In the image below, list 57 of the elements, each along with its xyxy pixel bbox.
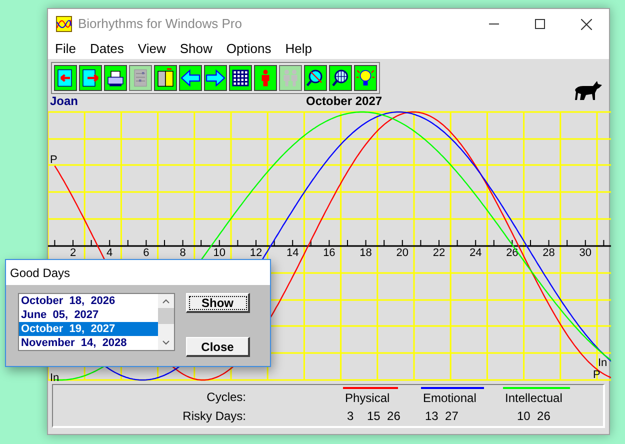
app-logo-icon — [56, 16, 72, 32]
window-title: Biorhythms for Windows Pro — [78, 15, 242, 34]
dialog-title: Good Days — [10, 264, 70, 282]
date-item[interactable]: June 05, 2027 — [19, 308, 158, 322]
date-item[interactable]: November 14, 2028 — [19, 336, 158, 350]
toolbar-button[interactable] — [104, 65, 127, 91]
month-title: October 2027 — [306, 93, 382, 110]
day-label: 10 — [213, 247, 226, 259]
day-label: 12 — [250, 247, 262, 259]
cycle-name: Emotional — [421, 386, 484, 406]
toolbar-button[interactable] — [254, 65, 277, 91]
day-label: 20 — [396, 247, 409, 259]
risky-days-label: Risky Days: — [182, 408, 247, 426]
menu-item[interactable]: Help — [280, 39, 317, 59]
cycle-name: Physical — [343, 386, 398, 406]
dialog-button[interactable]: Close — [186, 337, 250, 357]
close-icon[interactable] — [581, 18, 592, 30]
maximize-icon[interactable] — [535, 19, 545, 29]
cycle-name: Intellectual — [503, 386, 570, 406]
toolbar-button[interactable] — [304, 65, 327, 91]
menu-item[interactable]: Dates — [84, 39, 129, 59]
risky-days: 10 26 — [503, 407, 583, 426]
toolbar-button[interactable] — [354, 65, 377, 91]
day-label: 22 — [432, 247, 446, 259]
day-label: 4 — [106, 247, 113, 259]
toolbar-button[interactable] — [154, 65, 177, 91]
menu-item[interactable]: Options — [221, 39, 276, 59]
toolbar-button[interactable] — [329, 65, 352, 91]
day-label: 8 — [180, 247, 186, 259]
day-label: 14 — [286, 247, 299, 259]
day-label: 28 — [542, 247, 555, 259]
day-label: 16 — [323, 247, 336, 259]
day-label: 6 — [143, 247, 150, 259]
day-label: 30 — [579, 247, 592, 259]
toolbar-button[interactable] — [79, 65, 102, 91]
dialog-button[interactable]: Show — [186, 293, 250, 313]
toolbar-button[interactable] — [204, 65, 227, 91]
day-label: 26 — [506, 247, 518, 259]
cycles-label: Cycles: — [206, 388, 247, 406]
scroll-thumb[interactable] — [158, 308, 174, 324]
toolbar-button[interactable] — [229, 65, 252, 91]
risky-days: 3 15 26 — [343, 407, 421, 426]
toolbar-button[interactable] — [179, 65, 202, 91]
person-name: Joan — [50, 93, 78, 110]
day-label: 18 — [360, 247, 372, 259]
scrollbar[interactable] — [158, 294, 174, 350]
day-label: 24 — [469, 247, 482, 259]
risky-days: 13 27 — [421, 407, 503, 426]
menu-item[interactable]: Show — [174, 39, 218, 59]
date-item[interactable]: October 18, 2026 — [19, 294, 158, 308]
menu-item[interactable]: File — [50, 39, 81, 59]
menu-item[interactable]: View — [132, 39, 171, 59]
curve-label: P — [50, 154, 58, 166]
toolbar-button[interactable] — [54, 65, 77, 91]
curve-label: In — [598, 357, 608, 369]
date-item[interactable]: October 19, 2027 — [19, 322, 158, 336]
day-label: 2 — [70, 247, 76, 259]
